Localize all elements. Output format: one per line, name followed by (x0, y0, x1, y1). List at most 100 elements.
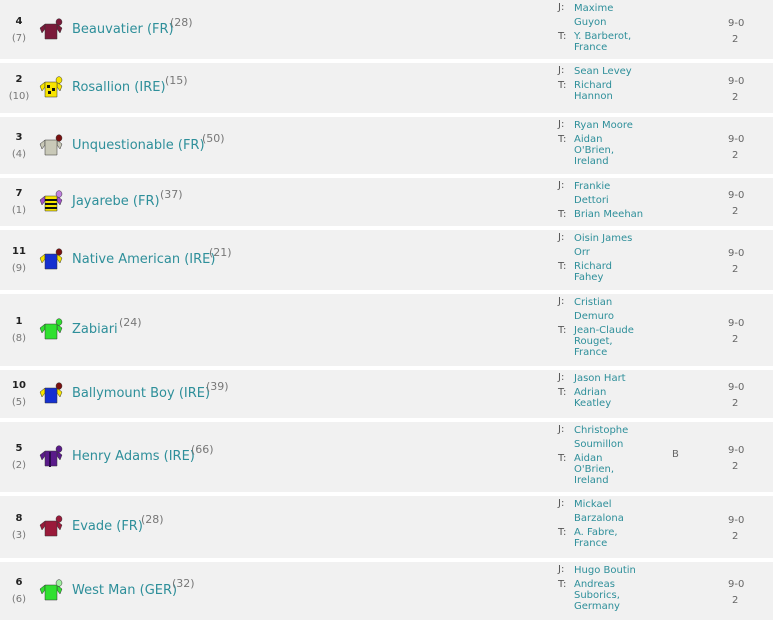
horse-name[interactable]: West Man (GER) (72, 583, 177, 598)
runner-number: 4 (15, 15, 23, 27)
stall-draw: (10) (8, 91, 30, 102)
trainer-name[interactable]: Brian Meehan (574, 209, 654, 220)
horse-rating: (21) (209, 246, 232, 259)
runner-number: 1 (15, 316, 23, 327)
trainer-name[interactable]: Germany (574, 601, 654, 612)
trainer-name[interactable]: Aidan (574, 134, 654, 145)
horse-name[interactable]: Native American (IRE) (72, 252, 215, 267)
jockey-label: J: (558, 232, 565, 243)
stall-draw: (5) (11, 397, 27, 408)
trainer-name[interactable]: O'Brien, (574, 145, 654, 156)
trainer-label: T: (558, 134, 567, 145)
horse-name[interactable]: Henry Adams (IRE) (72, 449, 195, 464)
runner-row[interactable]: 4 (7) Beauvatier (FR) (28) J: Maxime Guyon T: Y.… (0, 0, 773, 59)
horse-name[interactable]: Zabiari (72, 322, 118, 337)
trainer-label: T: (558, 261, 567, 272)
stall-draw: (9) (11, 263, 27, 274)
age: 2 (732, 398, 739, 409)
horse-name[interactable]: Evade (FR) (72, 519, 143, 534)
trainer-label: T: (558, 80, 567, 91)
runner-number: 2 (15, 74, 23, 85)
runner-row[interactable]: 1 (8) Zabiari (24) J: Cristian Demuro T: Jean-Cl… (0, 294, 773, 366)
runner-row[interactable]: 2 (10) Rosallion (IRE) (15) J: Sean Levey T: Ri… (0, 63, 773, 113)
trainer-name[interactable]: France (574, 347, 654, 358)
age: 2 (732, 149, 739, 161)
trainer-name[interactable]: Richard (574, 261, 654, 272)
runner-row[interactable]: 10 (5) Ballymount Boy (IRE) (39) J: Jason Har… (0, 370, 773, 418)
horse-rating: (37) (160, 188, 183, 201)
horse-name[interactable]: Jayarebe (FR) (72, 194, 160, 209)
runner-row[interactable]: 7 (1) Jayarebe (FR) (37) J: Frankie Dettori T: B… (0, 178, 773, 226)
trainer-name[interactable]: O'Brien, (574, 464, 654, 475)
trainer-label: T: (558, 527, 567, 538)
horse-rating: (24) (119, 316, 142, 329)
trainer-name[interactable]: Y. Barberot, (574, 31, 654, 42)
jockey-name[interactable]: Cristian (574, 296, 654, 310)
jockey-label: J: (558, 180, 565, 191)
horse-name[interactable]: Beauvatier (FR) (72, 22, 174, 37)
trainer-name[interactable]: Ireland (574, 156, 654, 167)
jockey-name[interactable]: Mickael (574, 498, 654, 512)
trainer-name[interactable]: Aidan (574, 453, 654, 464)
jockey-name[interactable]: Ryan Moore (574, 119, 654, 133)
trainer-label: T: (558, 579, 567, 590)
jockey-name[interactable]: Frankie (574, 180, 654, 194)
jockey-name[interactable]: Sean Levey (574, 65, 654, 79)
jockey-name[interactable]: Maxime (574, 2, 654, 16)
weight: 9-0 (728, 248, 745, 259)
jockey-label: J: (558, 498, 565, 509)
weight: 9-0 (728, 190, 745, 201)
jockey-name[interactable]: Soumillon (574, 438, 654, 452)
age: 2 (732, 531, 739, 542)
jockey-name[interactable]: Oisin James (574, 232, 654, 246)
horse-rating: (50) (202, 131, 225, 145)
trainer-name[interactable]: Richard (574, 80, 654, 91)
horse-name[interactable]: Rosallion (IRE) (72, 80, 166, 95)
horse-rating: (32) (172, 577, 195, 590)
trainer-name[interactable]: Jean-Claude (574, 325, 654, 336)
trainer-name[interactable]: Ireland (574, 475, 654, 486)
trainer-name[interactable]: Andreas (574, 579, 654, 590)
trainer-name[interactable]: Hannon (574, 91, 654, 102)
trainer-name[interactable]: Adrian (574, 387, 654, 398)
age: 2 (732, 595, 739, 606)
trainer-name[interactable]: Suborics, (574, 590, 654, 601)
trainer-name[interactable]: Keatley (574, 398, 654, 409)
stall-draw: (7) (11, 32, 27, 44)
horse-name[interactable]: Unquestionable (FR) (72, 138, 205, 153)
age: 2 (732, 334, 739, 345)
silk-icon (38, 382, 64, 404)
jockey-name[interactable]: Guyon (574, 16, 654, 30)
jockey-name[interactable]: Barzalona (574, 512, 654, 526)
horse-rating: (28) (141, 513, 164, 526)
jockey-name[interactable]: Hugo Boutin (574, 564, 654, 578)
silk-icon (38, 318, 64, 340)
jockey-name[interactable]: Jason Hart (574, 372, 654, 386)
runner-row[interactable]: 5 (2) Henry Adams (IRE) (66) J: Christophe Sou… (0, 422, 773, 492)
jockey-label: J: (558, 119, 565, 130)
trainer-name[interactable]: France (574, 42, 654, 53)
trainer-label: T: (558, 31, 567, 42)
jockey-name[interactable]: Demuro (574, 310, 654, 324)
horse-rating: (66) (191, 443, 214, 456)
horse-rating: (39) (206, 380, 229, 393)
runner-row[interactable]: 6 (6) West Man (GER) (32) J: Hugo Boutin T: And… (0, 562, 773, 620)
runner-row[interactable]: 3 (4) Unquestionable (FR) (50) J: Ryan Moore T… (0, 117, 773, 174)
runner-number: 10 (12, 380, 26, 391)
trainer-name[interactable]: A. Fabre, (574, 527, 654, 538)
horse-name[interactable]: Ballymount Boy (IRE) (72, 386, 210, 401)
runner-row[interactable]: 8 (3) Evade (FR) (28) J: Mickael Barzalona T: A.… (0, 496, 773, 558)
trainer-name[interactable]: France (574, 538, 654, 549)
jockey-name[interactable]: Dettori (574, 194, 654, 208)
runner-row[interactable]: 11 (9) Native American (IRE) (21) J: Oisin Ja… (0, 230, 773, 290)
jockey-name[interactable]: Christophe (574, 424, 654, 438)
trainer-name[interactable]: Rouget, (574, 336, 654, 347)
silk-icon (38, 76, 64, 98)
trainer-name[interactable]: Fahey (574, 272, 654, 283)
runner-number: 11 (12, 246, 26, 257)
horse-rating: (15) (165, 74, 188, 87)
jockey-name[interactable]: Orr (574, 246, 654, 260)
age: 2 (732, 264, 739, 275)
weight: 9-0 (728, 515, 745, 526)
silk-icon (38, 133, 64, 156)
